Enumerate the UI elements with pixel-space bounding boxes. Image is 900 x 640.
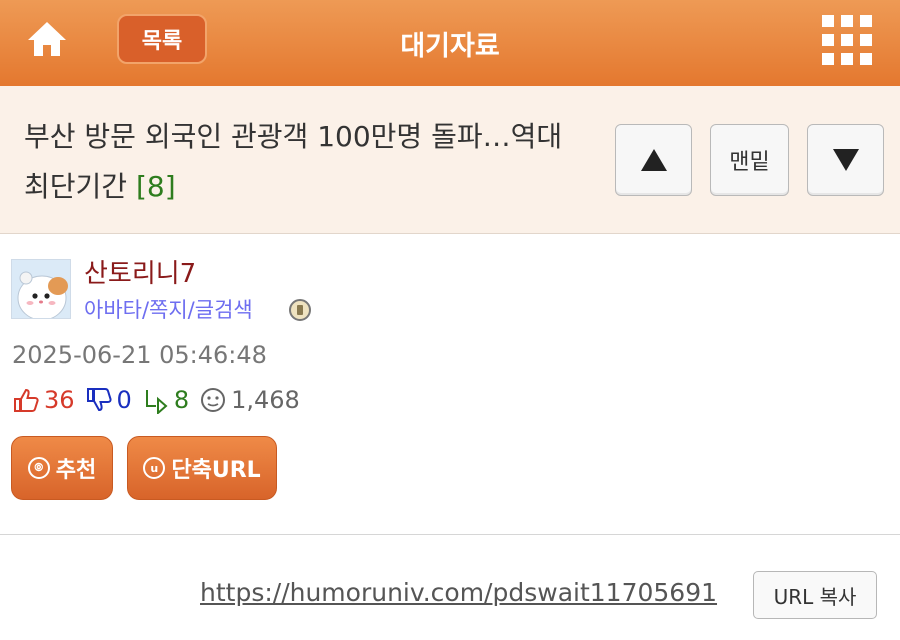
post-title-text: 부산 방문 외국인 관광객 100만명 돌파…역대 최단기간 [24,120,563,203]
post-stats: 36 0 8 1,468 [12,384,310,416]
grid-menu-icon [860,53,872,65]
thumbs-up-icon [14,388,39,412]
arrow-up-icon [640,149,667,171]
view-count: 1,468 [231,386,300,414]
copy-url-button[interactable]: URL 복사 [753,571,877,619]
thumbs-down-icon [86,388,112,412]
downvote-stat: 0 [85,386,132,414]
reply-count[interactable]: [8] [136,170,176,203]
reply-stat: 8 [142,386,189,414]
home-button[interactable] [24,16,70,62]
recommend-label: 추천 [55,458,97,483]
list-button[interactable]: 목록 [117,14,207,64]
arrow-down-icon [832,149,859,171]
post-title: 부산 방문 외국인 관광객 100만명 돌파…역대 최단기간 [8] [24,112,584,212]
top-bar: 목록 대기자료 [0,0,900,86]
grid-menu-icon [860,15,872,27]
grid-menu-icon [822,15,834,27]
home-icon [28,22,66,56]
hamster-avatar [17,271,68,318]
scroll-up-button[interactable] [615,124,692,196]
member-badge-icon [289,299,311,321]
eye-face-icon [201,388,226,412]
downvote-count: 0 [116,386,132,414]
reply-arrow-icon [145,390,168,414]
post-url-link[interactable]: https://humoruniv.com/pdswait11705691 [200,578,717,607]
grid-menu-icon [822,53,834,65]
recommend-icon: ⦾ [27,457,50,479]
author-links[interactable]: 아바타/쪽지/글검색 [84,294,253,324]
upvote-count: 36 [44,386,75,414]
grid-menu-icon [822,34,834,46]
reply-stat-count: 8 [173,386,190,414]
author-name[interactable]: 산토리니7 [84,253,196,290]
upvote-stat: 36 [12,386,75,414]
avatar[interactable] [11,259,71,319]
short-url-icon: u [143,457,166,479]
grid-menu-icon [841,15,853,27]
recommend-button[interactable]: ⦾ 추천 [11,436,113,500]
scroll-bottom-button[interactable]: 맨밑 [710,124,789,196]
short-url-label: 단축URL [171,458,261,483]
grid-menu-icon [860,34,872,46]
short-url-button[interactable]: u 단축URL [127,436,277,500]
post-date: 2025-06-21 05:46:48 [12,341,267,369]
view-stat: 1,468 [199,386,300,414]
grid-menu-button[interactable] [822,15,872,65]
grid-menu-icon [841,53,853,65]
grid-menu-icon [841,34,853,46]
divider [0,534,900,535]
post-title-bar: 부산 방문 외국인 관광객 100만명 돌파…역대 최단기간 [8] 맨밑 [0,86,900,234]
scroll-down-button[interactable] [807,124,884,196]
